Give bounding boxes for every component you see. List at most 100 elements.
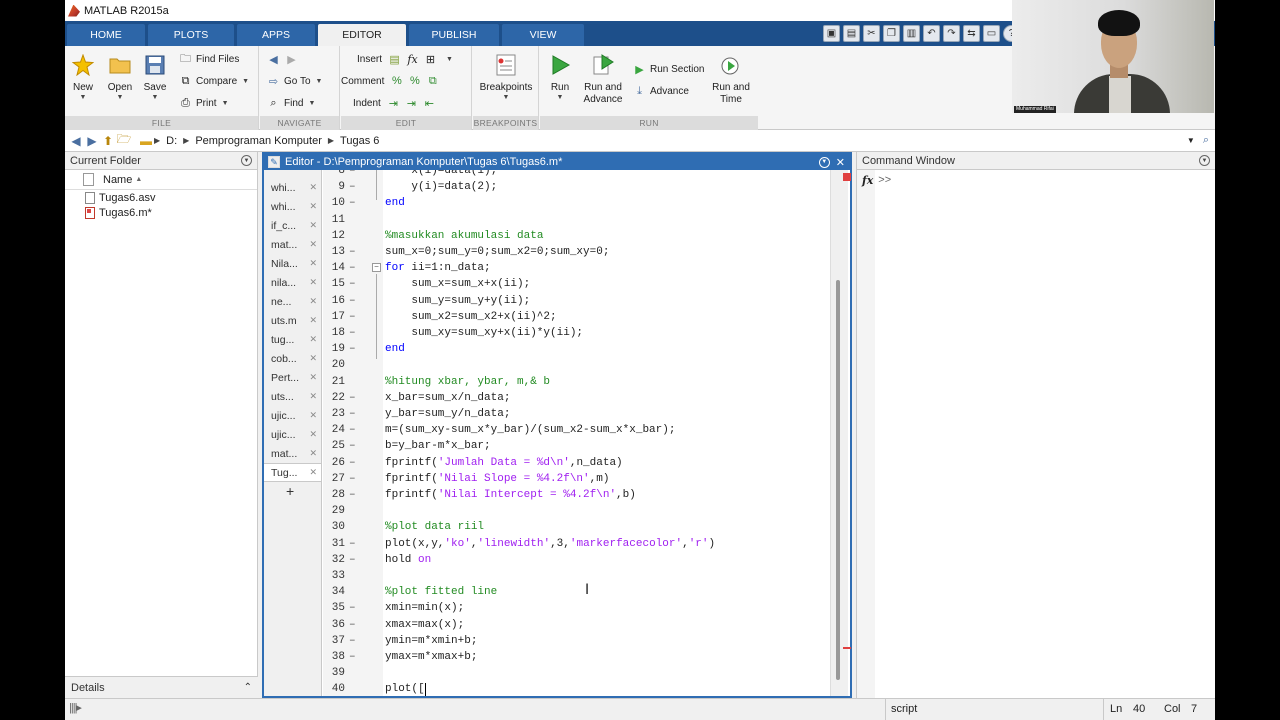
code-line[interactable]: 28– fprintf('Nilai Intercept = %4.2f\n',b… bbox=[323, 487, 828, 503]
breakpoint-dash[interactable]: – bbox=[349, 552, 356, 568]
code-line[interactable]: 12 %masukkan akumulasi data bbox=[323, 228, 828, 244]
compare-button[interactable]: ⧉ Compare ▼ bbox=[178, 72, 250, 90]
panel-actions-icon[interactable]: ▼ bbox=[241, 155, 252, 166]
close-tab-icon[interactable]: ✕ bbox=[309, 448, 317, 459]
code-line[interactable]: 36– xmax=max(x); bbox=[323, 617, 828, 633]
code-line[interactable]: 20 bbox=[323, 357, 828, 373]
add-tab-button[interactable]: + bbox=[264, 482, 321, 500]
indent-button[interactable]: Indent ⇥ ⇥ ⇤ bbox=[353, 94, 440, 112]
code-line[interactable]: 23– y_bar=sum_y/n_data; bbox=[323, 406, 828, 422]
code-line[interactable]: 8– x(i)=data(1); bbox=[323, 170, 828, 179]
code-line[interactable]: 13– sum_x=0;sum_y=0;sum_x2=0;sum_xy=0; bbox=[323, 244, 828, 260]
copy-quick-icon[interactable]: ❐ bbox=[883, 25, 900, 42]
details-panel[interactable]: Details ⌃ bbox=[65, 676, 258, 698]
paste-quick-icon[interactable]: ▥ bbox=[903, 25, 920, 42]
advance-button[interactable]: ⤓ Advance bbox=[632, 82, 689, 100]
breakpoints-button[interactable]: Breakpoints ▼ bbox=[478, 50, 534, 101]
editor-file-tab[interactable]: whi... ✕ bbox=[264, 178, 321, 197]
tab-home[interactable]: HOME bbox=[67, 24, 145, 46]
editor-file-tab[interactable]: whi... ✕ bbox=[264, 197, 321, 216]
save-button[interactable]: Save ▼ bbox=[135, 50, 175, 101]
editor-file-tab[interactable]: ujic... ✕ bbox=[264, 406, 321, 425]
editor-scrollbar[interactable] bbox=[830, 170, 851, 696]
breakpoint-dash[interactable]: – bbox=[349, 438, 356, 454]
breakpoint-dash[interactable]: – bbox=[349, 455, 356, 471]
code-line[interactable]: 9– y(i)=data(2); bbox=[323, 179, 828, 195]
code-line[interactable]: 17– sum_x2=sum_x2+x(ii)^2; bbox=[323, 309, 828, 325]
editor-file-tab[interactable]: nila... ✕ bbox=[264, 273, 321, 292]
run-and-advance-button[interactable]: Run and Advance bbox=[580, 50, 626, 106]
new-button[interactable]: New ▼ bbox=[65, 50, 103, 101]
run-button[interactable]: Run ▼ bbox=[540, 50, 580, 101]
tab-view[interactable]: VIEW bbox=[502, 24, 584, 46]
breakpoint-dash[interactable]: – bbox=[349, 536, 356, 552]
code-line[interactable]: 34 %plot fitted line bbox=[323, 584, 828, 600]
breakpoint-dash[interactable]: – bbox=[349, 600, 356, 616]
browse-folder-icon[interactable]: 🗁 bbox=[116, 132, 132, 149]
code-line[interactable]: 29 bbox=[323, 503, 828, 519]
close-tab-icon[interactable]: ✕ bbox=[309, 258, 317, 269]
breakpoint-dash[interactable]: – bbox=[349, 406, 356, 422]
panel-actions-icon[interactable]: ▼ bbox=[1199, 155, 1210, 166]
up-folder-icon[interactable]: ⬆ bbox=[100, 133, 116, 149]
breakpoint-dash[interactable]: – bbox=[349, 649, 356, 665]
breakpoint-dash[interactable]: – bbox=[349, 260, 356, 276]
tab-editor[interactable]: EDITOR bbox=[318, 24, 406, 46]
close-tab-icon[interactable]: ✕ bbox=[309, 372, 317, 383]
code-line[interactable]: 21 %hitung xbar, ybar, m,& b bbox=[323, 374, 828, 390]
breakpoint-dash[interactable]: – bbox=[349, 195, 356, 211]
find-button[interactable]: ⌕ Find ▼ bbox=[266, 94, 315, 112]
code-line[interactable]: 22– x_bar=sum_x/n_data; bbox=[323, 390, 828, 406]
name-column-header[interactable]: Name ▲ bbox=[65, 170, 257, 190]
code-line[interactable]: 19– end bbox=[323, 341, 828, 357]
editor-file-tab[interactable]: uts.m ✕ bbox=[264, 311, 321, 330]
breakpoint-dash[interactable]: – bbox=[349, 170, 356, 179]
breakpoint-dash[interactable]: – bbox=[349, 471, 356, 487]
editor-actions-icon[interactable]: ▼ bbox=[818, 156, 830, 168]
code-line[interactable]: 25– b=y_bar-m*x_bar; bbox=[323, 438, 828, 454]
editor-file-tab[interactable]: Nila... ✕ bbox=[264, 254, 321, 273]
scroll-thumb[interactable] bbox=[836, 280, 840, 680]
code-area[interactable]: 8– x(i)=data(1); 9– y(i)=data(2); 10– end 11 12… bbox=[323, 170, 828, 696]
code-line[interactable]: 37– ymin=m*xmin+b; bbox=[323, 633, 828, 649]
comment-button[interactable]: Comment%% ⧉ bbox=[341, 72, 443, 90]
code-line[interactable]: 31– plot(x,y,'ko','linewidth',3,'markerfa… bbox=[323, 536, 828, 552]
editor-file-tab[interactable]: tug... ✕ bbox=[264, 330, 321, 349]
close-tab-icon[interactable]: ✕ bbox=[309, 391, 317, 402]
code-line[interactable]: 26– fprintf('Jumlah Data = %d\n',n_data) bbox=[323, 455, 828, 471]
breakpoint-dash[interactable]: – bbox=[349, 487, 356, 503]
code-line[interactable]: 24– m=(sum_xy-sum_x*y_bar)/(sum_x2-sum_x*… bbox=[323, 422, 828, 438]
code-line[interactable]: 32– hold on bbox=[323, 552, 828, 568]
close-tab-icon[interactable]: ✕ bbox=[309, 277, 317, 288]
breakpoint-dash[interactable]: – bbox=[349, 633, 356, 649]
close-tab-icon[interactable]: ✕ bbox=[309, 429, 317, 440]
breakpoint-dash[interactable]: – bbox=[349, 422, 356, 438]
find-files-button[interactable]: 🗀 Find Files bbox=[178, 50, 239, 68]
code-line[interactable]: 35– xmin=min(x); bbox=[323, 600, 828, 616]
address-dropdown-icon[interactable]: ▼ bbox=[1187, 136, 1195, 145]
search-icon[interactable]: ⌕ bbox=[1203, 134, 1209, 147]
go-to-button[interactable]: ⇨ Go To ▼ bbox=[266, 72, 323, 90]
save-quick-icon[interactable]: ▤ bbox=[843, 25, 860, 42]
code-line[interactable]: 33 bbox=[323, 568, 828, 584]
close-tab-icon[interactable]: ✕ bbox=[309, 182, 317, 193]
close-tab-icon[interactable]: ✕ bbox=[309, 467, 317, 478]
close-tab-icon[interactable]: ✕ bbox=[309, 201, 317, 212]
tab-plots[interactable]: PLOTS bbox=[148, 24, 234, 46]
switch-windows-icon[interactable]: ⇆ bbox=[963, 25, 980, 42]
run-and-time-button[interactable]: Run and Time bbox=[708, 50, 754, 106]
close-tab-icon[interactable]: ✕ bbox=[309, 334, 317, 345]
close-tab-icon[interactable]: ✕ bbox=[309, 410, 317, 421]
code-line[interactable]: 16– sum_y=sum_y+y(ii); bbox=[323, 293, 828, 309]
breakpoint-dash[interactable]: – bbox=[349, 179, 356, 195]
tab-publish[interactable]: PUBLISH bbox=[409, 24, 499, 46]
code-line[interactable]: 15– sum_x=sum_x+x(ii); bbox=[323, 276, 828, 292]
back-nav-button[interactable]: ◀ ▶ bbox=[266, 50, 302, 68]
open-button[interactable]: Open ▼ bbox=[100, 50, 140, 101]
file-item[interactable]: Tugas6.asv bbox=[65, 190, 257, 205]
code-line[interactable]: 30 %plot data riil bbox=[323, 519, 828, 535]
breakpoint-dash[interactable]: – bbox=[349, 244, 356, 260]
close-tab-icon[interactable]: ✕ bbox=[309, 353, 317, 364]
editor-file-tab[interactable]: ujic... ✕ bbox=[264, 425, 321, 444]
code-line[interactable]: 38– ymax=m*xmax+b; bbox=[323, 649, 828, 665]
